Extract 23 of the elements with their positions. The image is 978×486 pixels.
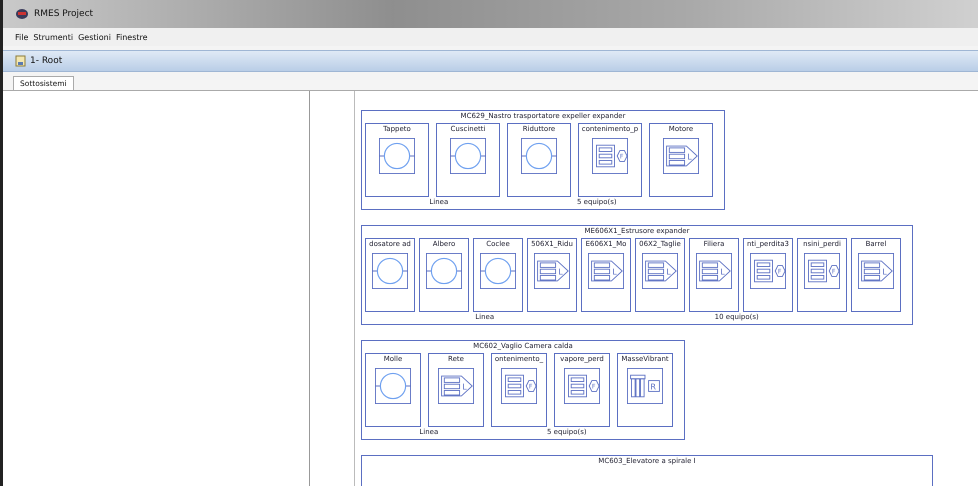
menu-item[interactable]: Finestre (116, 32, 148, 42)
line-symbol-icon: L (534, 253, 570, 289)
menu-item[interactable]: File (15, 32, 28, 42)
line-symbol-icon: L (696, 253, 732, 289)
app-icon (15, 8, 29, 20)
motor-icon (426, 253, 462, 289)
motor-icon (521, 138, 557, 174)
rack-symbol-icon: R (627, 368, 663, 404)
menu-item[interactable]: Gestioni (78, 32, 111, 42)
document-icon (15, 55, 26, 67)
line-symbol-icon: L (858, 253, 894, 289)
motor-icon (375, 368, 411, 404)
menu-item[interactable]: Strumenti (33, 32, 74, 42)
motor-icon (450, 138, 486, 174)
line-symbol-icon: L (588, 253, 624, 289)
window-title: RMES Project (34, 9, 94, 19)
motor-icon (372, 253, 408, 289)
motor-icon (379, 138, 415, 174)
line-symbol-icon: L (438, 368, 474, 404)
inner-window-title: 1- Root (30, 56, 62, 66)
line-symbol-icon: L (663, 138, 699, 174)
line-symbol-icon: L (642, 253, 678, 289)
motor-icon (480, 253, 516, 289)
